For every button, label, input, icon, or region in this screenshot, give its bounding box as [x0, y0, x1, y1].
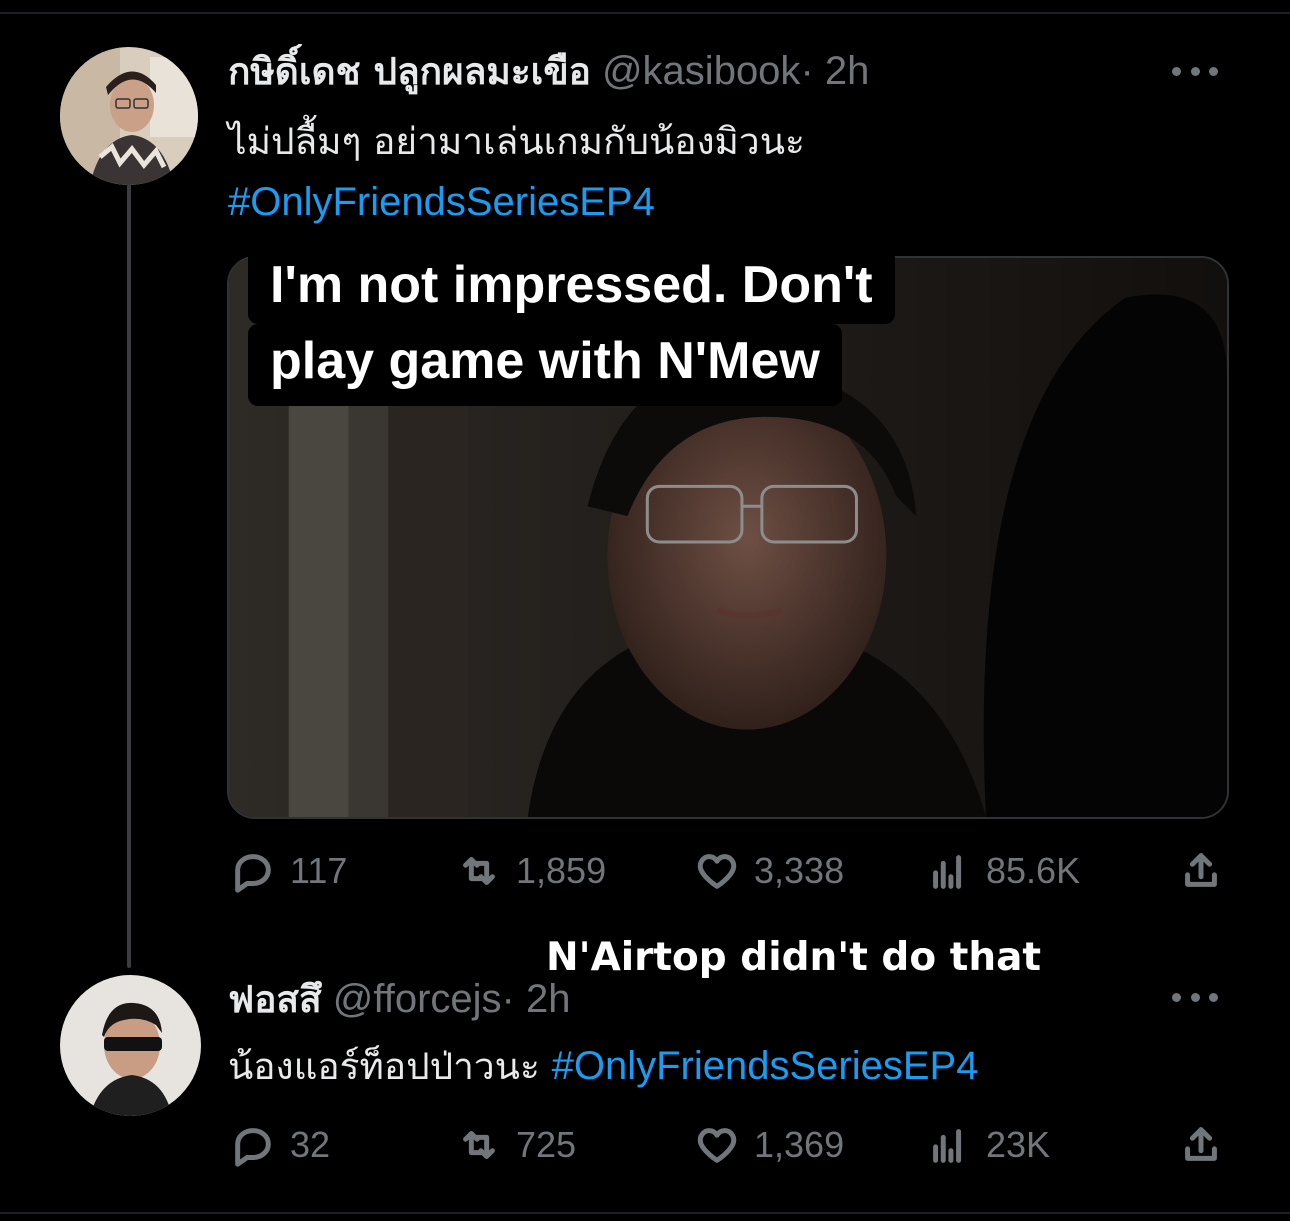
top-divider	[0, 0, 1290, 14]
retweet-button[interactable]: 1,859	[456, 848, 606, 894]
tweet-text: น้องแอร์ท็อปป่าวนะ	[228, 1045, 540, 1088]
views-icon	[933, 1129, 962, 1163]
caption-line-2: play game with N'Mew	[248, 324, 842, 406]
reply-icon	[235, 854, 271, 893]
heart-icon	[697, 854, 737, 889]
hashtag-link[interactable]: #OnlyFriendsSeriesEP4	[228, 172, 655, 232]
reply-count: 117	[290, 850, 348, 891]
tweet2-header: ฟอสสึ @fforcejs· 2h	[228, 974, 570, 1025]
avatar-kasibook[interactable]	[60, 47, 198, 185]
share-button[interactable]	[1178, 848, 1224, 894]
avatar-photo	[60, 975, 201, 1116]
like-count: 1,369	[754, 1124, 845, 1165]
share-icon	[1185, 1127, 1217, 1161]
timestamp[interactable]: · 2h	[800, 49, 869, 93]
reply-button[interactable]: 117	[230, 848, 347, 894]
caption-text-1: I'm not impressed. Don't	[270, 256, 873, 314]
display-name[interactable]: ฟอสสึ	[228, 978, 322, 1021]
like-button[interactable]: 3,338	[694, 848, 844, 894]
avatar-photo	[60, 47, 198, 185]
retweet-count: 1,859	[516, 850, 607, 891]
thread-line	[127, 184, 131, 968]
hashtag-link[interactable]: #OnlyFriendsSeriesEP4	[552, 1044, 979, 1088]
views-count: 85.6K	[986, 850, 1081, 891]
retweet-button[interactable]: 725	[456, 1122, 576, 1168]
like-button[interactable]: 1,369	[694, 1122, 844, 1168]
reply-count: 32	[290, 1124, 331, 1165]
retweet-icon	[463, 1131, 495, 1159]
share-icon	[1185, 853, 1217, 887]
overlay-caption: N'Airtop didn't do that	[542, 933, 1046, 983]
avatar-fforcejs[interactable]	[60, 975, 201, 1116]
caption-text-2: play game with N'Mew	[270, 332, 820, 390]
views-button[interactable]: 85.6K	[926, 848, 1080, 894]
tweet1-header: กษิดิ์เดช ปลูกผลมะเขือ @kasibook· 2h	[228, 46, 869, 97]
tweet-text: ไม่ปลื้มๆ อย่ามาเล่นเกมกับน้องมิวนะ	[228, 120, 805, 163]
more-icon[interactable]	[1172, 64, 1218, 78]
reply-button[interactable]: 32	[230, 1122, 330, 1168]
reply-icon	[235, 1128, 271, 1167]
bottom-divider	[0, 1212, 1290, 1221]
timestamp[interactable]: · 2h	[502, 977, 571, 1021]
retweet-count: 725	[516, 1124, 577, 1165]
views-count: 23K	[986, 1124, 1051, 1165]
heart-icon	[697, 1128, 737, 1163]
share-button[interactable]	[1178, 1122, 1224, 1168]
like-count: 3,338	[754, 850, 845, 891]
tweet2-text-line: น้องแอร์ท็อปป่าวนะ #OnlyFriendsSeriesEP4	[228, 1036, 978, 1097]
more-icon[interactable]	[1172, 990, 1218, 1004]
handle[interactable]: @kasibook	[602, 49, 800, 93]
views-icon	[933, 855, 962, 889]
retweet-icon	[463, 857, 495, 885]
handle[interactable]: @fforcejs	[333, 977, 502, 1021]
display-name[interactable]: กษิดิ์เดช ปลูกผลมะเขือ	[228, 50, 591, 93]
views-button[interactable]: 23K	[926, 1122, 1050, 1168]
caption-line-1: I'm not impressed. Don't	[248, 248, 895, 324]
